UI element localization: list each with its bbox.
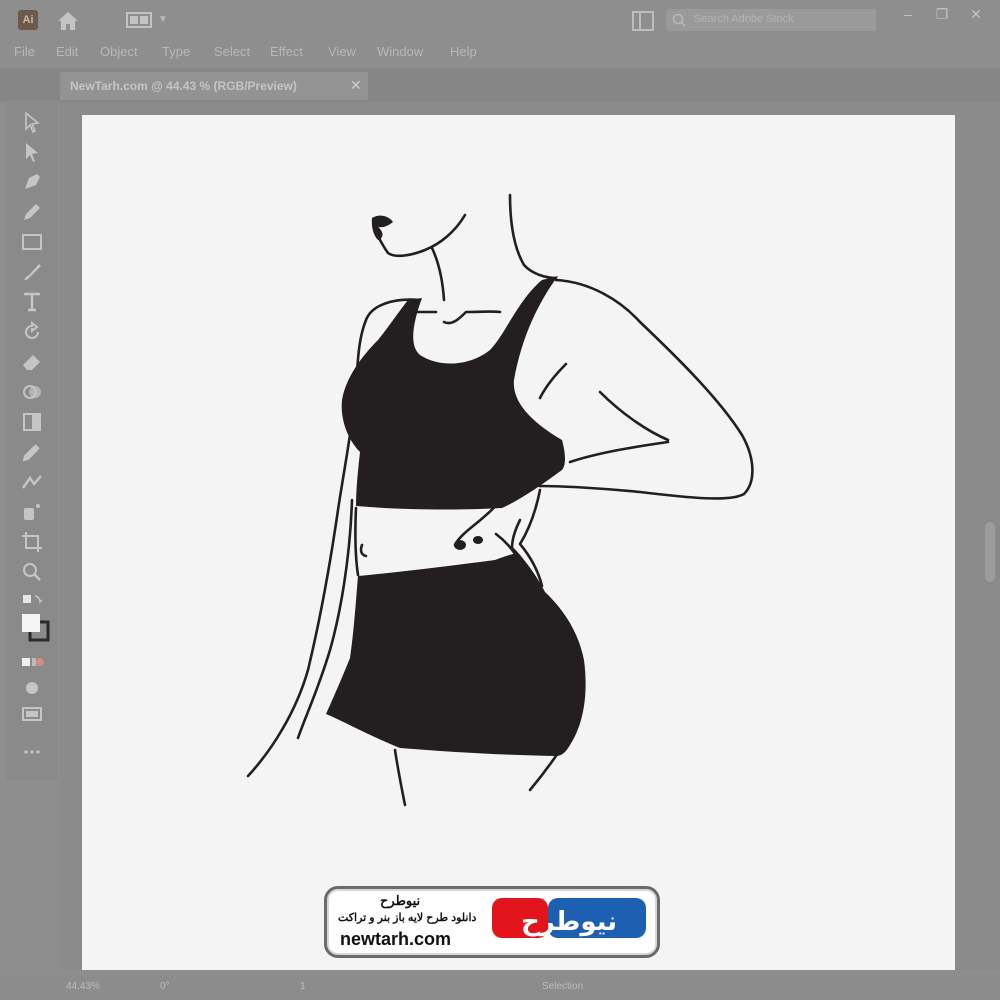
- artboard-tool-icon[interactable]: [20, 530, 44, 554]
- right-arm-inner: [568, 440, 670, 464]
- tools-panel: [6, 100, 58, 780]
- scrollbar-thumb[interactable]: [985, 522, 995, 582]
- shape-builder-tool-icon[interactable]: [20, 380, 44, 404]
- menu-bar: File Edit Object Type Select Effect View…: [0, 40, 1000, 64]
- maximize-button[interactable]: ❐: [932, 4, 952, 24]
- blend-tool-icon[interactable]: [20, 470, 44, 494]
- type-tool-icon[interactable]: [20, 290, 44, 314]
- minimize-button[interactable]: –: [898, 4, 918, 24]
- right-arm-outline: [538, 278, 754, 500]
- nose-lips-shape: [371, 215, 393, 240]
- left-leg-line: [393, 748, 407, 807]
- search-input[interactable]: Search Adobe Stock: [666, 9, 876, 31]
- search-icon: [672, 13, 686, 27]
- search-placeholder: Search Adobe Stock: [694, 13, 794, 25]
- menu-file[interactable]: File: [14, 44, 35, 59]
- arrange-documents-icon[interactable]: [632, 11, 654, 31]
- menu-select[interactable]: Select: [214, 44, 250, 59]
- selection-tool-icon[interactable]: [20, 110, 44, 134]
- menu-edit[interactable]: Edit: [56, 44, 78, 59]
- symbol-sprayer-tool-icon[interactable]: [20, 500, 44, 524]
- gradient-tool-icon[interactable]: [20, 410, 44, 434]
- watermark-logo-text: نیوطرح: [521, 907, 617, 937]
- menu-view[interactable]: View: [328, 44, 356, 59]
- right-arm-inner: [598, 390, 670, 442]
- document-tab[interactable]: NewTarh.com @ 44.43 % (RGB/Preview) ✕: [60, 72, 368, 100]
- newtarh-logo: نیوطرح: [492, 898, 646, 938]
- workspace-icon[interactable]: [126, 12, 152, 28]
- illustrator-window: Ai ▼ Search Adobe Stock – ❐ ✕ File Edit …: [0, 0, 1000, 1000]
- menu-type[interactable]: Type: [162, 44, 190, 59]
- menu-object[interactable]: Object: [100, 44, 138, 59]
- direct-selection-tool-icon[interactable]: [20, 140, 44, 164]
- pen-tool-icon[interactable]: [20, 170, 44, 194]
- chevron-down-icon[interactable]: ▼: [158, 14, 168, 25]
- watermark-line1: نیوطرح: [380, 893, 421, 908]
- close-button[interactable]: ✕: [966, 4, 986, 24]
- rotation-value[interactable]: 0°: [160, 981, 170, 992]
- rectangle-tool-icon[interactable]: [20, 230, 44, 254]
- menu-help[interactable]: Help: [450, 44, 477, 59]
- pencil-tool-icon[interactable]: [20, 200, 44, 224]
- paintbrush-tool-icon[interactable]: [20, 260, 44, 284]
- screen-mode-icon[interactable]: [20, 702, 44, 726]
- watermark-url: newtarh.com: [340, 929, 452, 949]
- artboard-number[interactable]: 1: [300, 981, 306, 992]
- menu-window[interactable]: Window: [377, 44, 423, 59]
- fingernail: [454, 540, 466, 550]
- skirt: [326, 553, 586, 756]
- eyedropper-tool-icon[interactable]: [20, 440, 44, 464]
- fingernail: [473, 536, 483, 544]
- title-bar: Ai ▼ Search Adobe Stock – ❐ ✕: [0, 0, 1000, 40]
- draw-mode-icon[interactable]: [20, 676, 44, 700]
- right-leg-line: [528, 748, 562, 792]
- navel: [359, 543, 368, 558]
- vertical-scrollbar[interactable]: [980, 102, 1000, 970]
- app-logo: Ai: [18, 10, 38, 30]
- watermark-line2: دانلود طرح لایه باز بنر و تراکت: [338, 912, 477, 924]
- close-icon[interactable]: ✕: [350, 77, 362, 94]
- woman-line-art-illustration[interactable]: [82, 115, 955, 970]
- fill-stroke-swatch-icon[interactable]: [20, 612, 52, 644]
- crop-top: [341, 276, 565, 510]
- eraser-tool-icon[interactable]: [20, 350, 44, 374]
- neck-line: [430, 246, 446, 302]
- zoom-tool-icon[interactable]: [20, 560, 44, 584]
- color-mode-icon[interactable]: [20, 650, 44, 674]
- menu-effect[interactable]: Effect: [270, 44, 303, 59]
- right-arm-inner: [538, 362, 568, 400]
- rotate-tool-icon[interactable]: [20, 320, 44, 344]
- status-bar: 44.43% 0° 1 Selection: [0, 976, 1000, 1000]
- waist-line: [354, 506, 360, 577]
- status-mode[interactable]: Selection: [542, 981, 583, 992]
- hair-line: [508, 193, 558, 280]
- document-tab-title: NewTarh.com @ 44.43 % (RGB/Preview): [70, 79, 297, 93]
- home-icon[interactable]: [56, 10, 80, 32]
- zoom-level[interactable]: 44.43%: [66, 981, 100, 992]
- more-tools-icon[interactable]: [20, 740, 44, 764]
- collarbone-line: [442, 310, 502, 325]
